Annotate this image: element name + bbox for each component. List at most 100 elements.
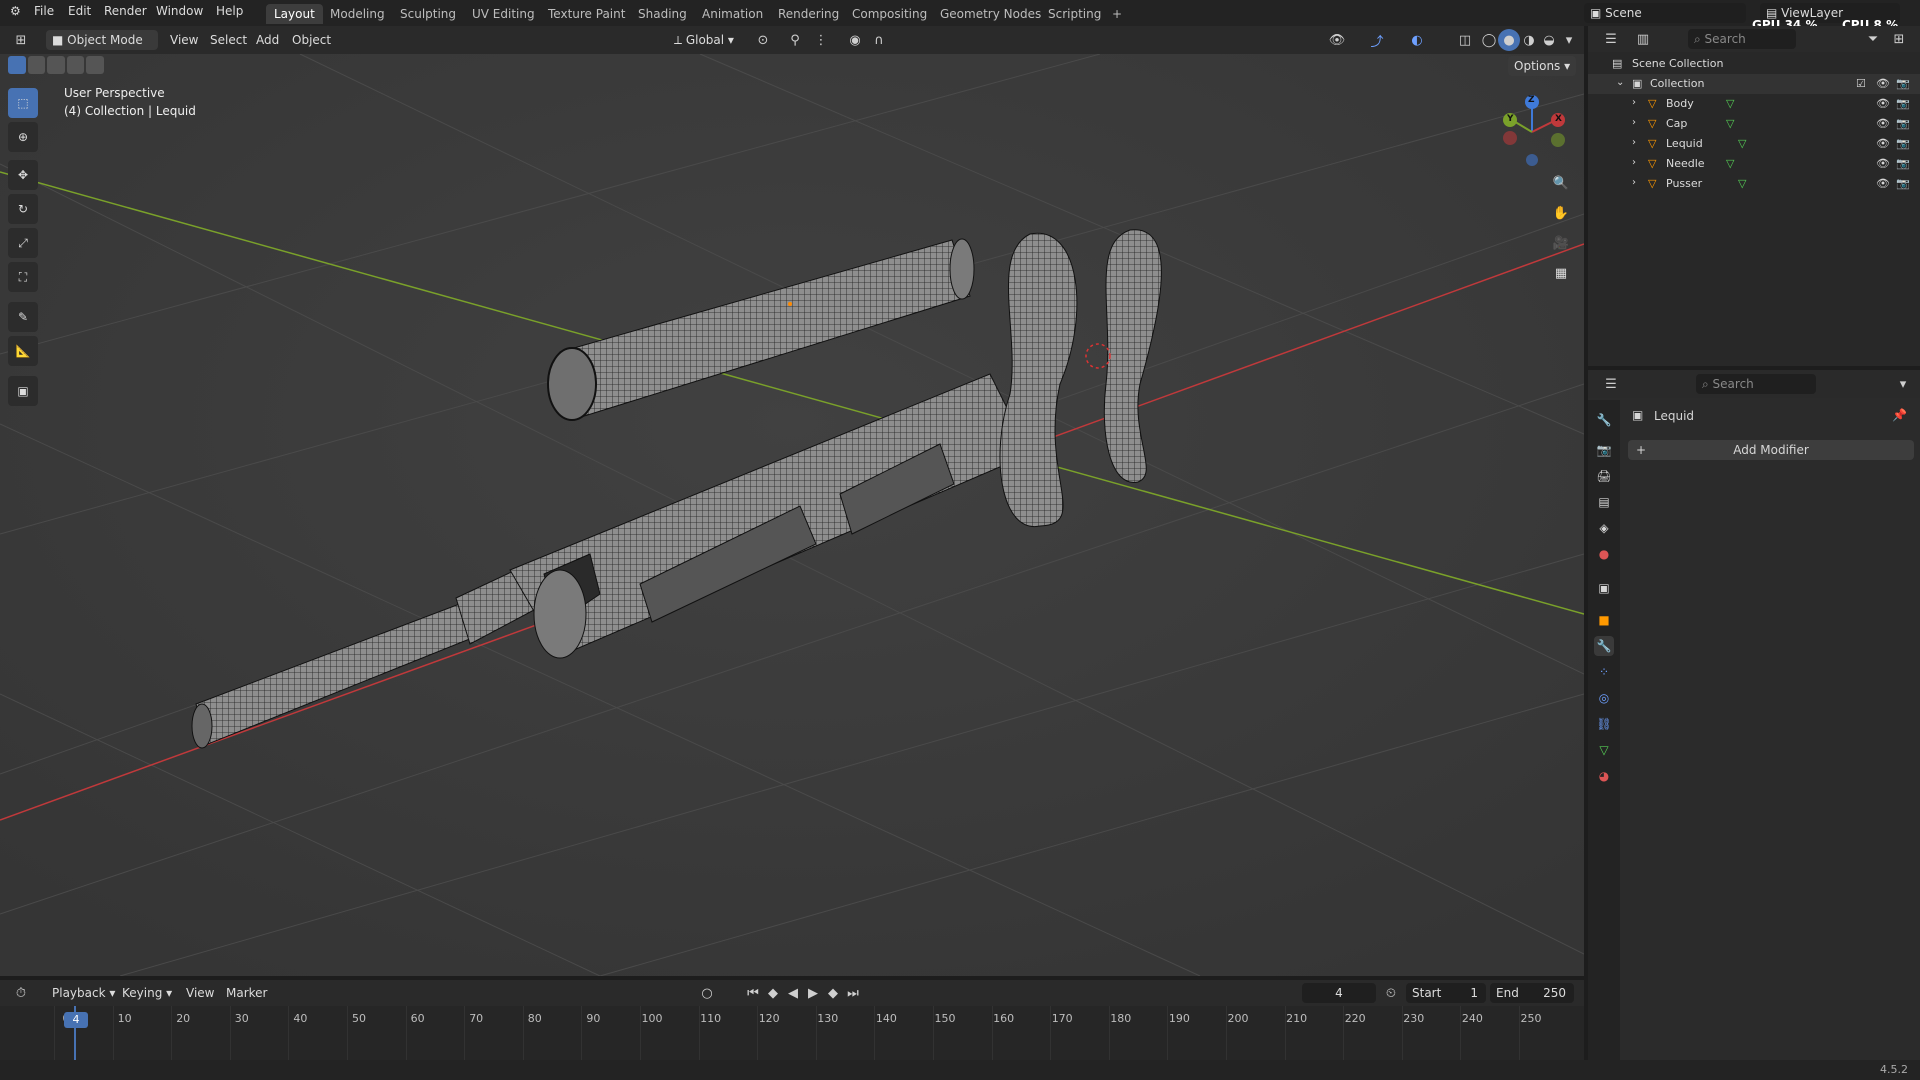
eye-icon[interactable]: 👁 [1876,97,1890,110]
filter-icon[interactable]: ⏷ [1862,28,1884,50]
gizmo-icon[interactable]: ⤴ [1366,29,1388,51]
rotate-tool-icon[interactable]: ↻ [8,194,38,224]
shading-options-icon[interactable]: ▾ [1558,29,1580,51]
tab-uv-editing[interactable]: UV Editing [464,4,543,24]
eye-icon[interactable]: 👁 [1876,117,1890,130]
tree-row-scene-collection[interactable]: ▤ Scene Collection [1588,54,1920,74]
eye-icon[interactable]: 👁 [1876,177,1890,190]
checkbox-icon[interactable]: ☑ [1856,77,1866,90]
tab-modeling[interactable]: Modeling [322,4,393,24]
display-mode-icon[interactable]: ▥ [1632,28,1654,50]
preview-range-icon[interactable]: ⏲ [1380,982,1402,1004]
menu-marker[interactable]: Marker [220,983,273,1003]
tab-texture-paint[interactable]: Texture Paint [540,4,633,24]
transform-orientation[interactable]: ⟂ Global ▾ [668,30,740,50]
play-icon[interactable]: ▶ [802,982,824,1004]
properties-editor-icon[interactable]: ☰ [1600,373,1622,395]
add-workspace-icon[interactable]: + [1104,4,1130,24]
wireframe-shading-icon[interactable]: ◯ [1478,29,1500,51]
eye-icon[interactable]: 👁 [1876,137,1890,150]
render-tab-icon[interactable]: 📷 [1594,440,1614,460]
mesh-data-icon[interactable]: ▽ [1738,177,1746,190]
select-intersect-icon[interactable] [86,56,104,74]
menu-edit[interactable]: Edit [68,4,91,18]
properties-search-input[interactable]: ⌕ Search [1696,374,1816,394]
tab-animation[interactable]: Animation [694,4,771,24]
menu-object[interactable]: Object [286,30,337,50]
object-tab-icon[interactable]: ■ [1594,610,1614,630]
material-tab-icon[interactable]: ◕ [1594,766,1614,786]
jump-keyframe-forward-icon[interactable]: ◆ [822,982,844,1004]
camera-view-icon[interactable]: 🎥 [1548,230,1574,256]
jump-end-icon[interactable]: ⏭ [842,982,864,1004]
new-collection-icon[interactable]: ⊞ [1888,28,1910,50]
camera-icon[interactable]: 📷 [1896,157,1910,170]
camera-icon[interactable]: 📷 [1896,137,1910,150]
editor-type-icon[interactable]: ⊞ [10,29,32,51]
menu-keying[interactable]: Keying ▾ [116,983,178,1003]
eye-icon[interactable]: 👁 [1876,157,1890,170]
camera-icon[interactable]: 📷 [1896,77,1910,90]
mesh-data-icon[interactable]: ▽ [1726,97,1734,110]
pin-icon[interactable]: 📌 [1892,408,1907,422]
outliner-editor-icon[interactable]: ☰ [1600,28,1622,50]
navigation-gizmo[interactable]: Z X Y [1498,92,1568,166]
camera-icon[interactable]: 📷 [1896,117,1910,130]
select-subtract-icon[interactable] [47,56,65,74]
playhead-frame-badge[interactable]: 4 [64,1012,88,1028]
timeline-track[interactable]: 0102030405060708090100110120130140150160… [0,1006,1584,1060]
jump-start-icon[interactable]: ⏮ [742,982,764,1004]
snap-target-icon[interactable]: ⋮ [810,29,832,51]
options-dropdown[interactable]: Options ▾ [1508,56,1577,76]
ortho-toggle-icon[interactable]: ▦ [1548,260,1574,286]
measure-tool-icon[interactable]: 📐 [8,336,38,366]
tree-row-object[interactable]: › ▽ Body ▽ 👁 📷 [1588,94,1920,114]
xray-icon[interactable]: ◫ [1454,29,1476,51]
tab-scripting[interactable]: Scripting [1040,4,1109,24]
annotate-tool-icon[interactable]: ✎ [8,302,38,332]
falloff-icon[interactable]: ∩ [868,29,890,51]
scene-tab-icon[interactable]: ◈ [1594,518,1614,538]
tree-row-object[interactable]: › ▽ Lequid ▽ 👁 📷 [1588,134,1920,154]
tree-row-collection[interactable]: ⌄ ▣ Collection ☑ 👁 📷 [1588,74,1920,94]
visibility-icon[interactable]: 👁 [1326,29,1348,51]
menu-render[interactable]: Render [104,4,147,18]
world-tab-icon[interactable]: ● [1594,544,1614,564]
select-box-tool-icon[interactable]: ⬚ [8,88,38,118]
scale-tool-icon[interactable]: ⤢ [8,228,38,258]
tree-row-object[interactable]: › ▽ Cap ▽ 👁 📷 [1588,114,1920,134]
move-tool-icon[interactable]: ✥ [8,160,38,190]
select-set-icon[interactable] [8,56,26,74]
scene-selector[interactable]: ▣ Scene [1584,3,1746,23]
transform-tool-icon[interactable]: ⛶ [8,262,38,292]
physics-tab-icon[interactable]: ◎ [1594,688,1614,708]
material-shading-icon[interactable]: ◑ [1518,29,1540,51]
mode-selector[interactable]: ■ Object Mode ▾ [46,30,158,67]
tree-row-object[interactable]: › ▽ Needle ▽ 👁 📷 [1588,154,1920,174]
menu-timeline-view[interactable]: View [180,983,220,1003]
proportional-edit-icon[interactable]: ◉ [844,29,866,51]
eye-icon[interactable]: 👁 [1876,77,1890,90]
current-frame-field[interactable]: 4 [1302,983,1376,1003]
chevron-down-icon[interactable]: ▾ [1892,373,1914,395]
tool-tab-icon[interactable]: 🔧 [1594,410,1614,430]
tab-sculpting[interactable]: Sculpting [392,4,464,24]
tab-shading[interactable]: Shading [630,4,695,24]
blender-logo-icon[interactable]: ⚙ [10,4,21,18]
tab-layout[interactable]: Layout [266,4,323,24]
zoom-icon[interactable]: 🔍 [1548,170,1574,196]
particles-tab-icon[interactable]: ⁘ [1594,662,1614,682]
play-reverse-icon[interactable]: ◀ [782,982,804,1004]
rendered-shading-icon[interactable]: ◒ [1538,29,1560,51]
cursor-tool-icon[interactable]: ⊕ [8,122,38,152]
camera-icon[interactable]: 📷 [1896,97,1910,110]
mesh-data-icon[interactable]: ▽ [1726,157,1734,170]
output-tab-icon[interactable]: 🖨 [1594,466,1614,486]
3d-viewport[interactable]: User Perspective (4) Collection | Lequid… [0,54,1584,976]
pan-hand-icon[interactable]: ✋ [1548,200,1574,226]
pivot-icon[interactable]: ⊙ [752,29,774,51]
view-layer-tab-icon[interactable]: ▤ [1594,492,1614,512]
timeline-editor-icon[interactable]: ⏱ [10,982,32,1004]
menu-select[interactable]: Select [204,30,253,50]
add-cube-tool-icon[interactable]: ▣ [8,376,38,406]
